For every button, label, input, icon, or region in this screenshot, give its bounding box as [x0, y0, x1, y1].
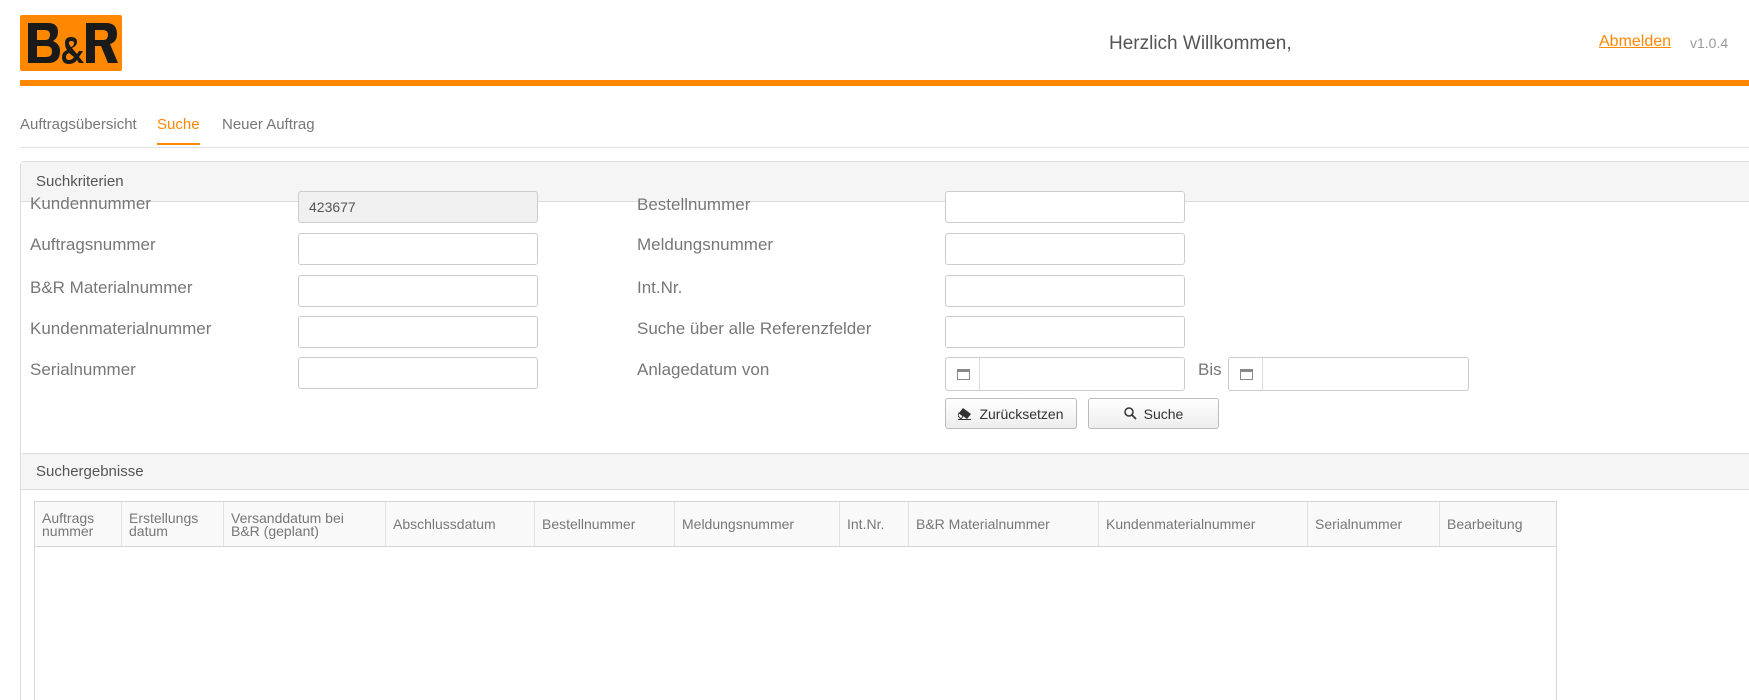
eraser-icon: [958, 408, 972, 420]
column-header-editing[interactable]: Bearbeitung: [1439, 502, 1556, 546]
tab-neuer-auftrag[interactable]: Neuer Auftrag: [222, 116, 315, 143]
int-nr-input[interactable]: [945, 275, 1185, 307]
serial-number-input[interactable]: [298, 357, 538, 389]
logout-link[interactable]: Abmelden: [1599, 33, 1671, 51]
customer-number-label: Kundennummer: [30, 194, 151, 213]
reference-search-label: Suche über alle Referenzfelder: [637, 319, 872, 338]
date-to-label: Bis: [1198, 360, 1222, 379]
notification-number-label: Meldungsnummer: [637, 235, 774, 254]
search-criteria-title: Suchkriterien: [21, 162, 1749, 202]
br-material-number-label: B&R Materialnummer: [30, 278, 193, 297]
column-header-shipping-date[interactable]: Versanddatum bei B&R (geplant): [223, 502, 385, 546]
purchase-order-number-input[interactable]: [945, 191, 1185, 223]
calendar-icon[interactable]: [1229, 358, 1263, 390]
column-header-br-material-number[interactable]: B&R Materialnummer: [908, 502, 1098, 546]
br-logo: [20, 15, 122, 71]
search-results-panel: Suchergebnisse Auftrags nummer Erstellung…: [20, 453, 1749, 700]
welcome-text: Herzlich Willkommen,: [1109, 33, 1292, 54]
results-table-header: Auftrags nummer Erstellungs datum Versandd…: [35, 502, 1556, 547]
column-header-purchase-order-number[interactable]: Bestellnummer: [534, 502, 674, 546]
br-material-number-input[interactable]: [298, 275, 538, 307]
calendar-icon[interactable]: [946, 358, 980, 390]
header-accent-bar: [20, 80, 1749, 86]
customer-number-input[interactable]: [298, 191, 538, 223]
serial-number-label: Serialnummer: [30, 360, 136, 379]
date-to-input[interactable]: [1264, 358, 1464, 390]
search-button-label: Suche: [1143, 405, 1184, 422]
column-header-order-number[interactable]: Auftrags nummer: [35, 502, 121, 546]
tab-suche[interactable]: Suche: [157, 116, 200, 145]
creation-date-from-label: Anlagedatum von: [637, 360, 770, 379]
column-header-customer-material-number[interactable]: Kundenmaterialnummer: [1098, 502, 1307, 546]
search-results-title: Suchergebnisse: [21, 454, 1749, 490]
order-number-label: Auftragsnummer: [30, 235, 156, 254]
header: Herzlich Willkommen, Abmelden v1.0.4: [0, 0, 1749, 86]
purchase-order-number-label: Bestellnummer: [637, 195, 751, 214]
column-header-notification-number[interactable]: Meldungsnummer: [674, 502, 839, 546]
tab-auftragsuebersicht[interactable]: Auftragsübersicht: [20, 116, 137, 143]
customer-material-number-input[interactable]: [298, 316, 538, 348]
date-to-picker[interactable]: [1228, 357, 1469, 391]
search-criteria-panel: Suchkriterien: [20, 161, 1749, 491]
tab-bar: Auftragsübersicht Suche Neuer Auftrag: [20, 108, 1749, 148]
int-nr-label: Int.Nr.: [637, 278, 683, 297]
search-icon: [1123, 407, 1137, 420]
notification-number-input[interactable]: [945, 233, 1185, 265]
results-table: Auftrags nummer Erstellungs datum Versandd…: [34, 501, 1557, 700]
reset-button-label: Zurücksetzen: [979, 405, 1064, 422]
column-header-serial-number[interactable]: Serialnummer: [1307, 502, 1439, 546]
column-header-creation-date[interactable]: Erstellungs datum: [121, 502, 223, 546]
order-number-input[interactable]: [298, 233, 538, 265]
date-from-picker[interactable]: [945, 357, 1185, 391]
date-from-input[interactable]: [981, 358, 1181, 390]
reset-button[interactable]: Zurücksetzen: [945, 398, 1077, 429]
reference-search-input[interactable]: [945, 316, 1185, 348]
column-header-completion-date[interactable]: Abschlussdatum: [385, 502, 534, 546]
customer-material-number-label: Kundenmaterialnummer: [30, 319, 212, 338]
search-button[interactable]: Suche: [1088, 398, 1219, 429]
br-logo-mark: [28, 23, 118, 64]
version-label: v1.0.4: [1690, 35, 1729, 51]
column-header-int-nr[interactable]: Int.Nr.: [839, 502, 908, 546]
